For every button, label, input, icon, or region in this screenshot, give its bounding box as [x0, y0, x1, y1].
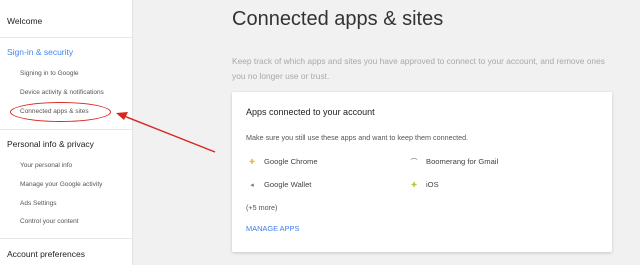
connected-apps-card: Apps connected to your account Make sure…	[232, 92, 612, 252]
card-title: Apps connected to your account	[246, 107, 375, 117]
highlight-ellipse	[10, 102, 111, 122]
wallet-icon: ◂	[250, 182, 254, 189]
boomerang-icon: ⌒	[410, 159, 418, 166]
app-item-wallet: ◂ Google Wallet	[246, 180, 311, 189]
page-title: Connected apps & sites	[232, 8, 444, 30]
more-apps-count: (+5 more)	[246, 203, 278, 212]
app-item-boomerang: ⌒ Boomerang for Gmail	[408, 157, 499, 167]
sidebar-item-control-content[interactable]: Control your content	[20, 218, 79, 225]
sidebar-divider	[0, 238, 132, 239]
sidebar-section-sign-in-security[interactable]: Sign-in & security	[7, 47, 73, 57]
sidebar-section-personal-info[interactable]: Personal info & privacy	[7, 139, 94, 149]
sidebar-item-signing-in[interactable]: Signing in to Google	[20, 70, 79, 77]
app-item-chrome: ✚ Google Chrome	[246, 157, 318, 166]
sidebar-item-ads-settings[interactable]: Ads Settings	[20, 200, 57, 207]
ios-icon: ✚	[411, 182, 417, 189]
manage-apps-link[interactable]: MANAGE APPS	[246, 224, 299, 233]
sidebar-item-personal-info[interactable]: Your personal info	[20, 162, 72, 169]
app-name: iOS	[426, 180, 439, 189]
sidebar-section-account-preferences[interactable]: Account preferences	[7, 249, 85, 259]
app-item-ios: ✚ iOS	[408, 180, 439, 189]
page-description: Keep track of which apps and sites you h…	[232, 56, 605, 81]
sidebar-welcome[interactable]: Welcome	[7, 16, 42, 26]
chrome-icon: ✚	[249, 159, 255, 166]
app-name: Google Wallet	[264, 180, 312, 189]
sidebar-divider	[0, 37, 132, 38]
sidebar-nav: Welcome Sign-in & security Signing in to…	[0, 0, 133, 265]
sidebar-item-device-activity[interactable]: Device activity & notifications	[20, 89, 104, 96]
sidebar-item-google-activity[interactable]: Manage your Google activity	[20, 181, 102, 188]
app-name: Boomerang for Gmail	[426, 157, 499, 166]
card-description: Make sure you still use these apps and w…	[246, 133, 469, 142]
app-name: Google Chrome	[264, 157, 318, 166]
sidebar-divider	[0, 129, 132, 130]
